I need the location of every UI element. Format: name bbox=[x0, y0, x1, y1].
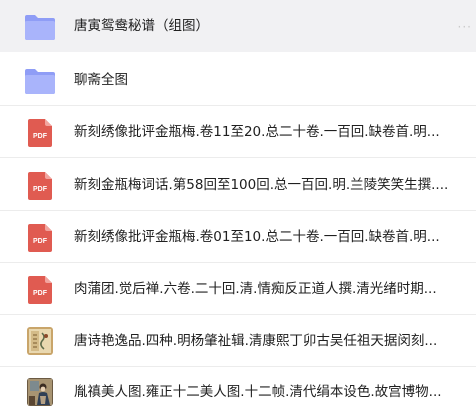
file-name: 新刻金瓶梅词话.第58回至100回.总一百回.明.兰陵笑笑生撰.... bbox=[74, 177, 449, 193]
file-row-folder-tangyin[interactable]: 唐寅鸳鸯秘谱（组图） ··· bbox=[0, 0, 476, 52]
pdf-badge: PDF bbox=[33, 133, 48, 140]
book-thumbnail-icon bbox=[27, 327, 53, 355]
pdf-icon: PDF bbox=[28, 172, 52, 200]
file-row-pdf[interactable]: PDF 新刻金瓶梅词话.第58回至100回.总一百回.明.兰陵笑笑生撰.... bbox=[0, 159, 476, 211]
painting-thumbnail-icon bbox=[27, 378, 53, 406]
file-name: 肉蒲团.觉后禅.六卷.二十回.清.情痴反正道人撰.清光绪时期... bbox=[74, 281, 437, 297]
folder-icon bbox=[25, 69, 55, 94]
file-name: 新刻绣像批评金瓶梅.卷01至10.总二十卷.一百回.缺卷首.明... bbox=[74, 229, 440, 245]
pdf-badge: PDF bbox=[33, 238, 48, 245]
more-options-icon[interactable]: ··· bbox=[458, 20, 472, 34]
file-row-image[interactable]: 胤禛美人图.雍正十二美人图.十二帧.清代绢本设色.故宫博物... bbox=[0, 366, 476, 418]
row-divider bbox=[0, 157, 476, 158]
file-name: 新刻绣像批评金瓶梅.卷11至20.总二十卷.一百回.缺卷首.明... bbox=[74, 124, 440, 140]
pdf-badge: PDF bbox=[33, 186, 48, 193]
file-list: 唐寅鸳鸯秘谱（组图） ··· 聊斋全图 PDF 新刻绣像批评金瓶梅.卷11至20… bbox=[0, 0, 476, 418]
file-row-image[interactable]: 唐诗艳逸品.四种.明杨肇祉辑.清康熙丁卯古吴任祖天据闵刻... bbox=[0, 315, 476, 367]
file-row-pdf[interactable]: PDF 新刻绣像批评金瓶梅.卷01至10.总二十卷.一百回.缺卷首.明... bbox=[0, 211, 476, 263]
file-row-pdf[interactable]: PDF 新刻绣像批评金瓶梅.卷11至20.总二十卷.一百回.缺卷首.明... bbox=[0, 106, 476, 158]
file-row-folder-liaozhai[interactable]: 聊斋全图 bbox=[0, 54, 476, 106]
file-name: 唐诗艳逸品.四种.明杨肇祉辑.清康熙丁卯古吴任祖天据闵刻... bbox=[74, 333, 438, 349]
pdf-badge: PDF bbox=[33, 290, 48, 297]
pdf-icon: PDF bbox=[28, 276, 52, 304]
file-name: 聊斋全图 bbox=[74, 72, 128, 88]
file-row-pdf[interactable]: PDF 肉蒲团.觉后禅.六卷.二十回.清.情痴反正道人撰.清光绪时期... bbox=[0, 263, 476, 315]
pdf-icon: PDF bbox=[28, 119, 52, 147]
pdf-icon: PDF bbox=[28, 224, 52, 252]
file-name: 唐寅鸳鸯秘谱（组图） bbox=[74, 18, 209, 34]
folder-icon bbox=[25, 15, 55, 40]
file-name: 胤禛美人图.雍正十二美人图.十二帧.清代绢本设色.故宫博物... bbox=[74, 384, 442, 400]
